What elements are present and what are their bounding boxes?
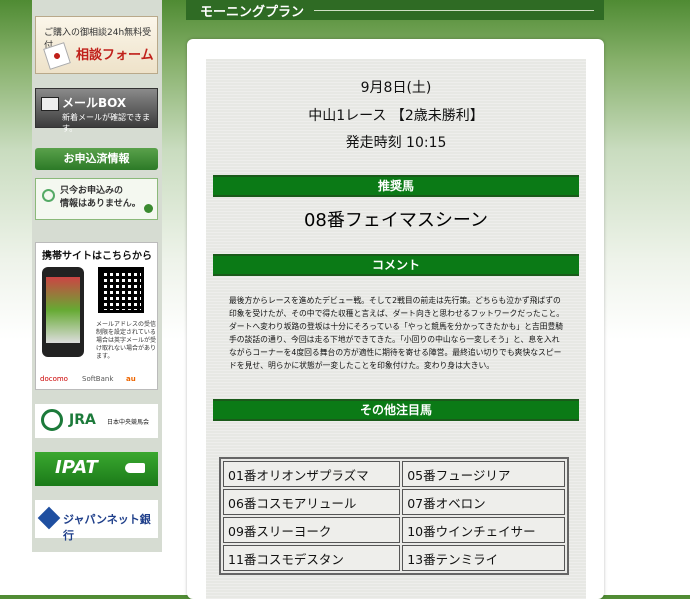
table-row: 11番コスモデスタン 13番テンミライ bbox=[223, 545, 565, 571]
horse-cell: 05番フュージリア bbox=[402, 461, 565, 487]
jra-logo-text: JRA bbox=[69, 412, 96, 428]
carrier-logos: docomo SoftBank au bbox=[38, 373, 155, 387]
ipat-link[interactable]: IPAT bbox=[35, 452, 158, 486]
applied-info-line2: 情報はありません。 bbox=[60, 199, 141, 209]
horse-cell: 11番コスモデスタン bbox=[223, 545, 401, 571]
carrier-docomo: docomo bbox=[40, 375, 68, 383]
recommended-header: 推奨馬 bbox=[213, 175, 579, 197]
race-date: 9月8日(土) bbox=[360, 80, 432, 96]
race-name: 中山1レース 【2歳未勝利】 bbox=[308, 108, 484, 124]
jra-sub-text: 日本中央競馬会 bbox=[107, 419, 150, 426]
table-row: 09番スリーヨーク 10番ウインチェイサー bbox=[223, 517, 565, 543]
phone-image bbox=[42, 267, 84, 357]
applied-info-message: 只今お申込みの 情報はありません。 bbox=[60, 185, 141, 211]
comment-text: 最後方からレースを進めたデビュー戦。そして2戦目の前走は先行策。どちらも泣かず飛… bbox=[229, 296, 565, 370]
race-start-time: 発走時刻 10:15 bbox=[345, 135, 447, 151]
horse-cell: 09番スリーヨーク bbox=[223, 517, 401, 543]
main-panel: 9月8日(土) 中山1レース 【2歳未勝利】 発走時刻 10:15 推奨馬 08… bbox=[187, 39, 604, 599]
recommended-horse: 08番フェイマスシーン bbox=[303, 210, 488, 231]
mobile-site-note: メールアドレスの受信制限を設定されている場合は英字メールが受け取れない場合があり… bbox=[96, 321, 157, 360]
horse-cell: 07番オベロン bbox=[402, 489, 565, 515]
horse-icon bbox=[125, 463, 145, 473]
carrier-au: au bbox=[126, 375, 136, 383]
applied-info-header: お申込済情報 bbox=[35, 148, 158, 170]
qr-code-icon bbox=[98, 267, 144, 313]
bank-label: ジャパンネット銀行 bbox=[63, 513, 151, 542]
applied-info-line1: 只今お申込みの bbox=[60, 186, 124, 196]
applied-info-box[interactable]: 只今お申込みの 情報はありません。 bbox=[35, 178, 158, 220]
others-header: その他注目馬 bbox=[213, 399, 579, 421]
carrier-softbank: SoftBank bbox=[82, 375, 114, 383]
mailbox-sub: 新着メールが確認できます。 bbox=[62, 113, 150, 133]
table-row: 01番オリオンザプラズマ 05番フュージリア bbox=[223, 461, 565, 487]
plan-header: モーニングプラン bbox=[186, 0, 604, 20]
mobile-site-banner[interactable]: 携帯サイトはこちらから メールアドレスの受信制限を設定されている場合は英字メール… bbox=[35, 242, 158, 390]
jra-link[interactable]: JRA 日本中央競馬会 bbox=[35, 404, 158, 438]
ipat-logo-text: IPAT bbox=[55, 457, 98, 478]
consult-form-banner[interactable]: ご購入の御相談24h無料受付 相談フォーム bbox=[35, 16, 158, 74]
table-row: 06番コスモアリュール 07番オベロン bbox=[223, 489, 565, 515]
page-title: モーニングプラン bbox=[200, 5, 305, 20]
mail-icon bbox=[41, 97, 59, 111]
magnifier-icon bbox=[42, 189, 55, 202]
other-horses-table: 01番オリオンザプラズマ 05番フュージリア 06番コスモアリュール 07番オベ… bbox=[219, 457, 569, 575]
mailbox-banner[interactable]: メールBOX 新着メールが確認できます。 bbox=[35, 88, 158, 133]
jra-logo-icon bbox=[41, 409, 63, 431]
content-area: 9月8日(土) 中山1レース 【2歳未勝利】 発走時刻 10:15 推奨馬 08… bbox=[206, 59, 586, 599]
japannet-bank-link[interactable]: ジャパンネット銀行 bbox=[35, 500, 158, 542]
bank-logo-icon bbox=[37, 506, 61, 530]
sidebar: ご購入の御相談24h無料受付 相談フォーム メールBOX 新着メールが確認できま… bbox=[32, 0, 162, 552]
consult-banner-line2: 相談フォーム bbox=[76, 48, 154, 63]
mailbox-title: メールBOX bbox=[62, 96, 127, 110]
comment-header: コメント bbox=[213, 254, 579, 276]
horse-cell: 06番コスモアリュール bbox=[223, 489, 401, 515]
horse-cell: 10番ウインチェイサー bbox=[402, 517, 565, 543]
header-divider bbox=[314, 10, 594, 11]
mobile-site-title: 携帯サイトはこちらから bbox=[42, 251, 152, 262]
arrow-icon bbox=[144, 204, 153, 213]
horse-cell: 13番テンミライ bbox=[402, 545, 565, 571]
horse-cell: 01番オリオンザプラズマ bbox=[223, 461, 401, 487]
